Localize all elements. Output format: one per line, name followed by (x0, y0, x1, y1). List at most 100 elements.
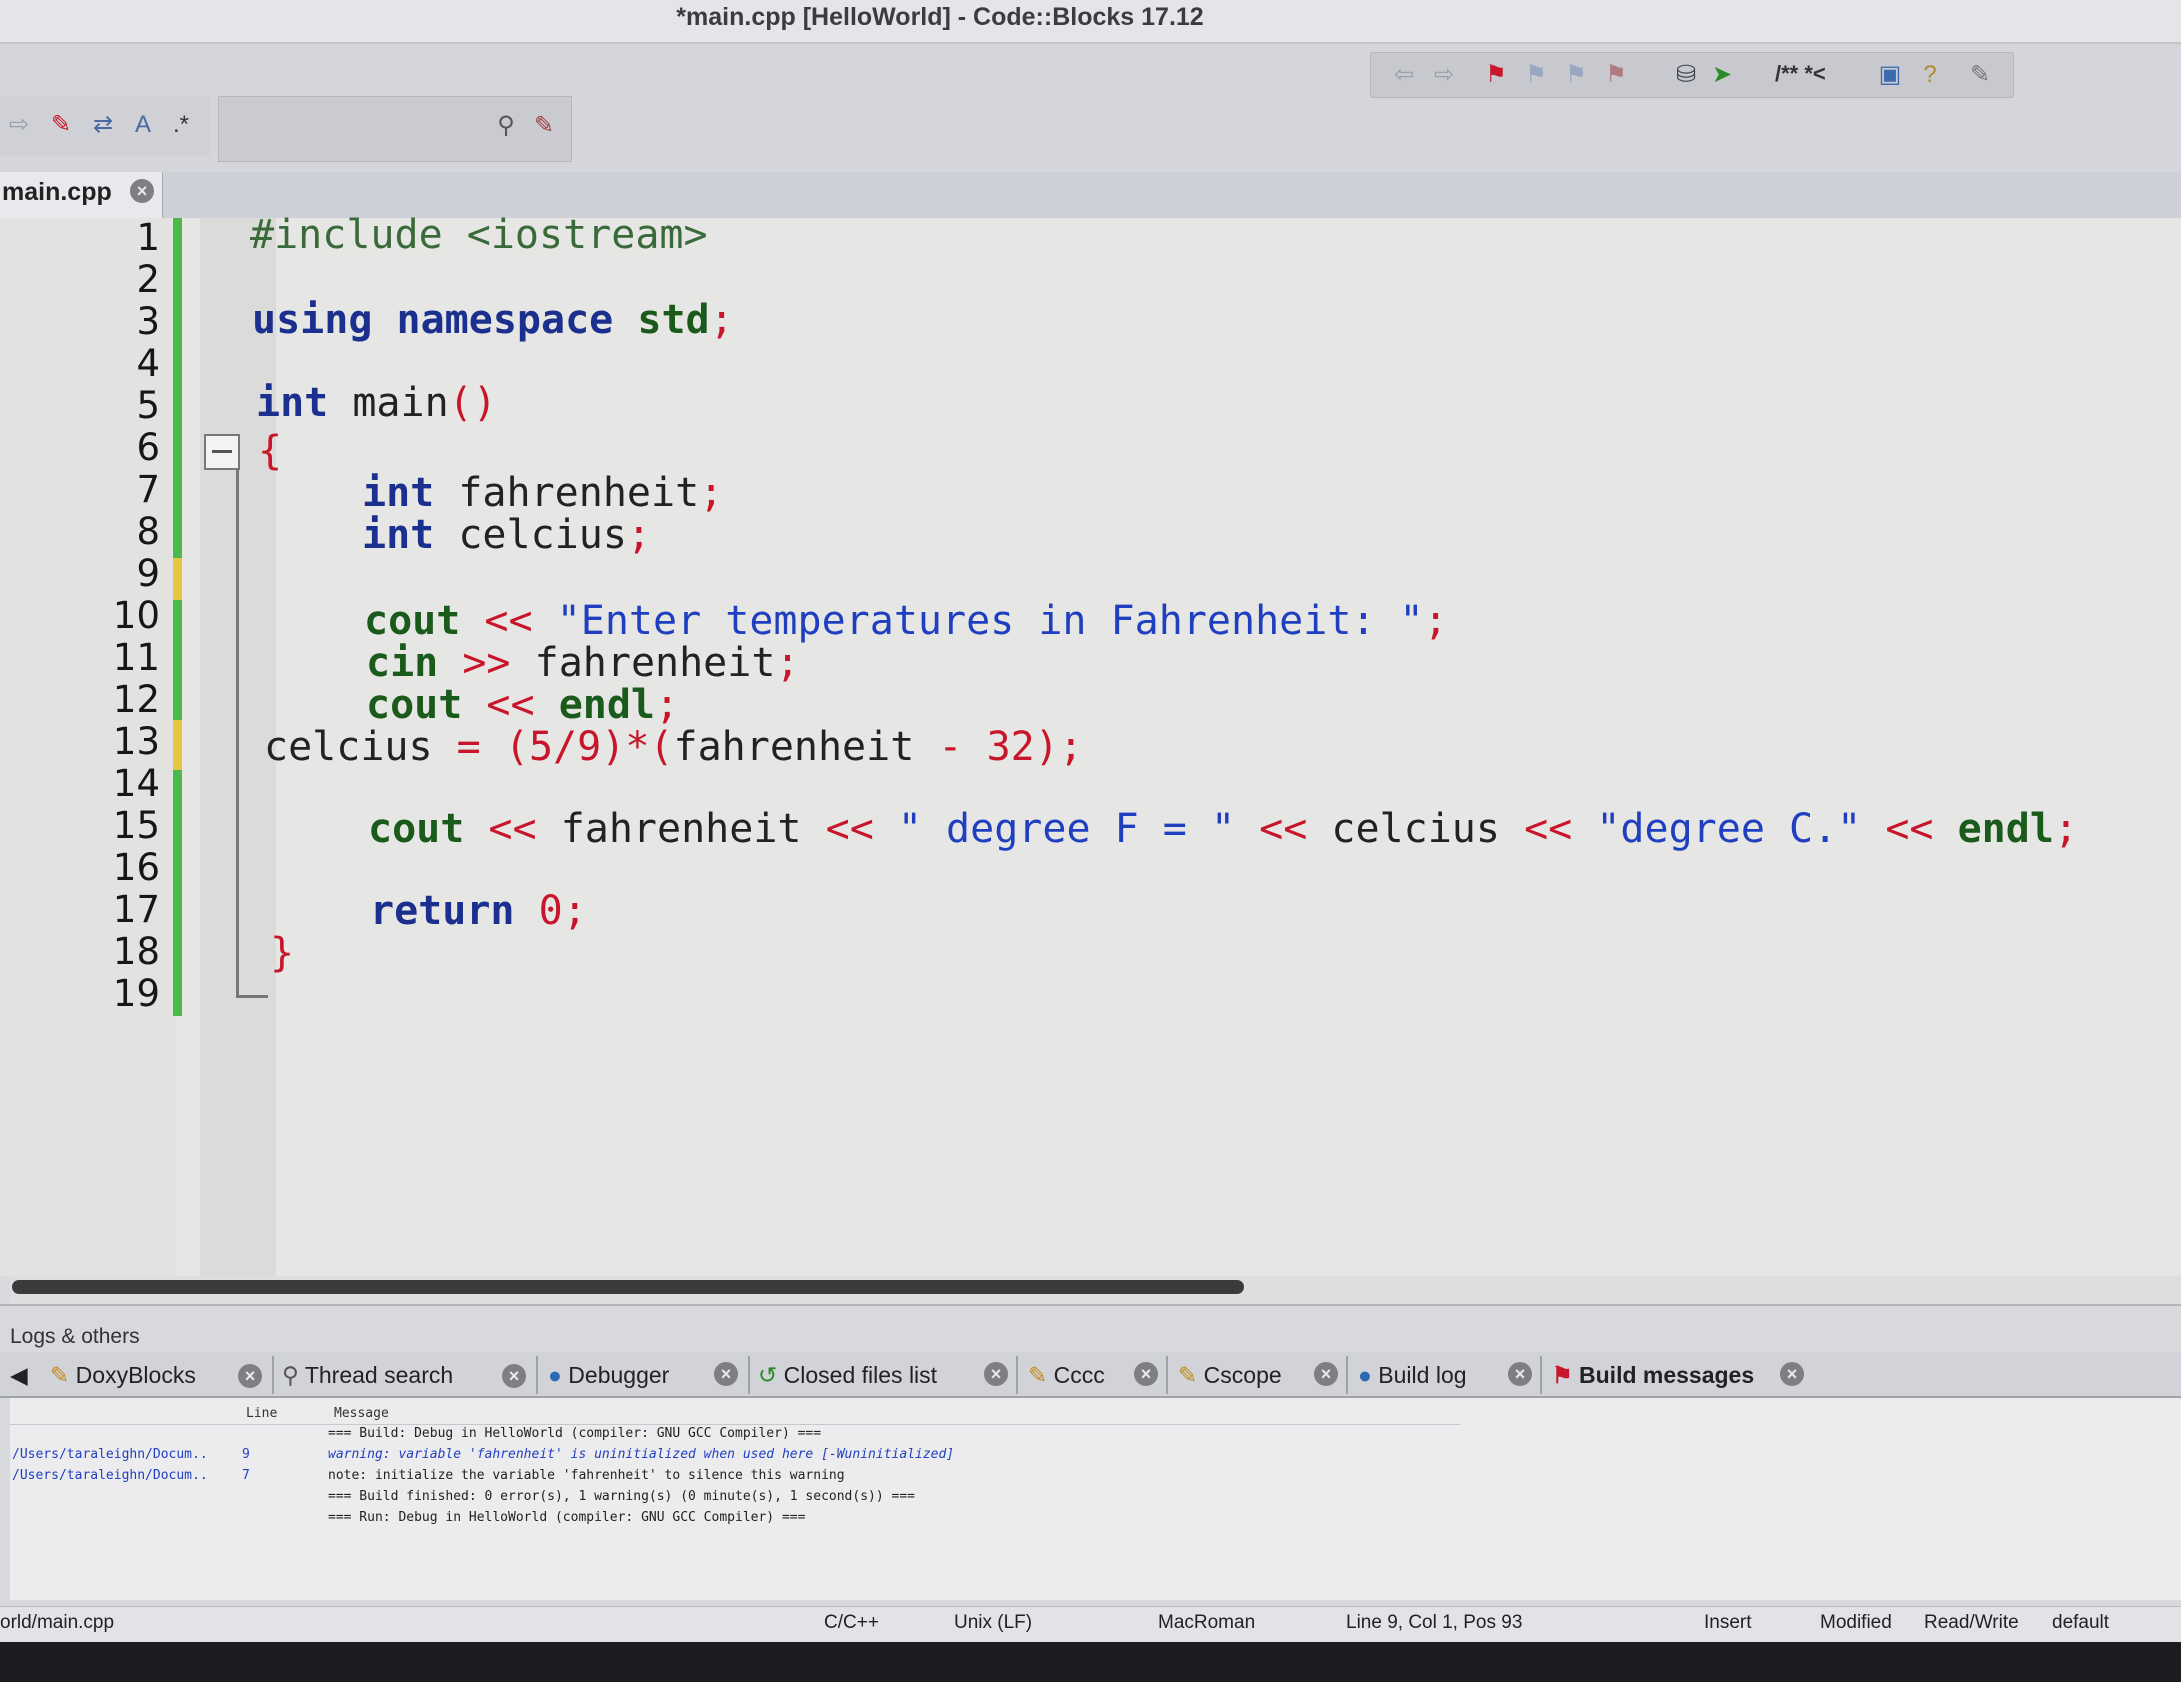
scrollbar-thumb[interactable] (12, 1280, 1244, 1294)
column-header-line[interactable]: Line (246, 1406, 277, 1421)
tab-separator (1166, 1356, 1168, 1394)
code-line-10: cout << "Enter temperatures in Fahrenhei… (364, 598, 1448, 644)
tab-doxyblocks[interactable]: ✎ DoxyBlocks (50, 1354, 196, 1396)
log-warning-message[interactable]: warning: variable 'fahrenheit' is uninit… (328, 1447, 954, 1462)
flag-prev-icon[interactable]: ⚑ (1521, 60, 1551, 90)
status-encoding: MacRoman (1158, 1612, 1256, 1633)
log-message[interactable]: === Build: Debug in HelloWorld (compiler… (328, 1426, 821, 1441)
code-line-15: cout << fahrenheit << " degree F = " << … (368, 806, 2079, 852)
status-insert-mode: Insert (1704, 1612, 1752, 1633)
help-icon[interactable]: ? (1915, 60, 1945, 90)
wrench-icon[interactable]: ✎ (1965, 60, 1995, 90)
tab-build-messages[interactable]: ⚑ Build messages (1552, 1354, 1754, 1396)
flag-clear-icon[interactable]: ⚑ (1601, 60, 1631, 90)
line-number: 7 (136, 468, 160, 511)
log-message[interactable]: === Build finished: 0 error(s), 1 warnin… (328, 1489, 915, 1504)
flag-next-icon[interactable]: ⚑ (1561, 60, 1591, 90)
screen-bezel (0, 1642, 2181, 1682)
status-position: Line 9, Col 1, Pos 93 (1346, 1612, 1523, 1633)
tab-scroll-left-icon[interactable]: ◀ (10, 1354, 28, 1396)
search-box[interactable]: ⚲ ✎ (218, 96, 572, 162)
code-line-13: celcius = (5/9)*(fahrenheit - 32); (264, 724, 1083, 770)
status-language: C/C++ (824, 1612, 879, 1633)
code-line-12: cout << endl; (366, 682, 680, 728)
close-icon[interactable]: × (238, 1364, 262, 1388)
status-access: Read/Write (1924, 1612, 2019, 1633)
run-icon[interactable]: ➤ (1707, 60, 1737, 90)
tab-separator (1016, 1356, 1018, 1394)
arrow-right-icon[interactable]: ⇨ (1429, 60, 1459, 90)
tab-cccc[interactable]: ✎ Cccc (1028, 1354, 1105, 1396)
arrow-left-icon[interactable]: ⇦ (1389, 60, 1419, 90)
replace-icon[interactable]: ⇄ (88, 110, 118, 140)
line-number: 8 (136, 510, 160, 553)
cccc-icon: ✎ (1028, 1362, 1048, 1388)
status-modified: Modified (1820, 1612, 1892, 1633)
line-number: 14 (112, 762, 160, 805)
doxyblocks-icon: ✎ (50, 1362, 70, 1388)
column-header-message[interactable]: Message (334, 1406, 389, 1421)
code-line-1: #include <iostream> (250, 212, 708, 258)
line-number: 2 (136, 258, 160, 301)
header-separator (10, 1424, 1460, 1425)
tab-build-log[interactable]: ● Build log (1358, 1354, 1467, 1396)
tab-separator (1540, 1356, 1542, 1394)
line-number: 16 (112, 846, 160, 889)
line-number: 18 (112, 930, 160, 973)
change-marker (173, 720, 182, 770)
close-icon[interactable]: × (714, 1362, 738, 1386)
code-line-6: { (258, 428, 283, 474)
log-file[interactable]: /Users/taraleighn/Docum.. (12, 1447, 208, 1462)
line-number: 13 (112, 720, 160, 763)
change-bar (173, 218, 182, 1016)
code-line-11: cin >> fahrenheit; (366, 640, 800, 686)
tab-cscope[interactable]: ✎ Cscope (1178, 1354, 1282, 1396)
line-number: 10 (112, 594, 160, 637)
close-icon[interactable]: × (1508, 1362, 1532, 1386)
tab-thread-search[interactable]: ⚲ Thread search (282, 1354, 453, 1396)
search-icon[interactable]: ⚲ (491, 111, 521, 141)
line-number: 12 (112, 678, 160, 721)
close-icon[interactable]: × (1780, 1362, 1804, 1386)
log-line-number[interactable]: 9 (242, 1447, 250, 1462)
line-number: 17 (112, 888, 160, 931)
code-line-5: int main() (256, 380, 497, 426)
edit-toolbar: ⇨ ✎ ⇄ A .* (0, 96, 210, 156)
log-line-number[interactable]: 7 (242, 1468, 250, 1483)
close-icon[interactable]: × (984, 1362, 1008, 1386)
highlight-icon[interactable]: ✎ (46, 110, 76, 140)
log-file[interactable]: /Users/taraleighn/Docum.. (12, 1468, 208, 1483)
pin-icon: ⚑ (1552, 1362, 1573, 1388)
arrow-right-icon[interactable]: ⇨ (4, 110, 34, 140)
tab-separator (536, 1356, 538, 1394)
tab-debugger[interactable]: ● Debugger (548, 1354, 669, 1396)
line-number: 6 (136, 426, 160, 469)
line-number: 15 (112, 804, 160, 847)
log-message[interactable]: === Run: Debug in HelloWorld (compiler: … (328, 1510, 805, 1525)
tab-closed-files-list[interactable]: ↺ Closed files list (758, 1354, 937, 1396)
find-text-icon[interactable]: A (128, 110, 158, 140)
search-icon: ⚲ (282, 1362, 299, 1388)
close-icon[interactable]: × (502, 1364, 526, 1388)
cscope-icon: ✎ (1178, 1362, 1198, 1388)
doc-comment-button[interactable]: /** *< (1775, 61, 1826, 87)
code-line-17: return 0; (370, 888, 587, 934)
bookmark-toolbar: ⇦ ⇨ ⚑ ⚑ ⚑ ⚑ ⛁ ➤ /** *< ▣ ? ✎ (1370, 52, 2014, 98)
logs-panel-title: Logs & others (10, 1325, 140, 1348)
close-icon[interactable]: × (130, 179, 154, 203)
line-number: 4 (136, 342, 160, 385)
line-number: 11 (112, 636, 160, 679)
log-message[interactable]: note: initialize the variable 'fahrenhei… (328, 1468, 845, 1483)
status-profile: default (2052, 1612, 2110, 1633)
settings-icon[interactable]: ✎ (529, 111, 559, 141)
database-icon[interactable]: ⛁ (1671, 60, 1701, 90)
close-icon[interactable]: × (1314, 1362, 1338, 1386)
debugger-icon: ● (548, 1362, 562, 1388)
window-icon[interactable]: ▣ (1875, 60, 1905, 90)
line-number: 9 (136, 552, 160, 595)
change-marker (173, 558, 182, 600)
close-icon[interactable]: × (1134, 1362, 1158, 1386)
code-line-3: using namespace std; (252, 297, 734, 343)
regex-icon[interactable]: .* (166, 110, 196, 140)
flag-icon[interactable]: ⚑ (1481, 60, 1511, 90)
